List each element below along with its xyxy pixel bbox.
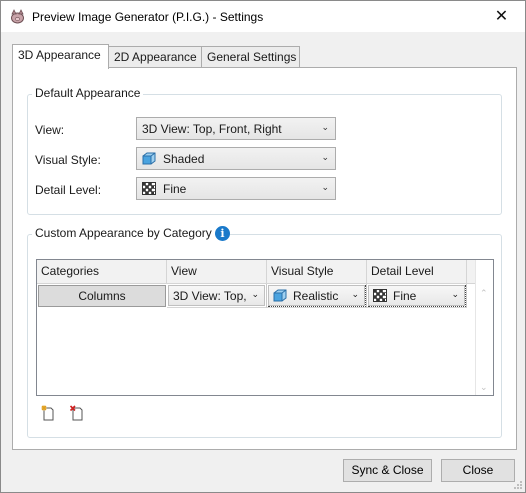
shaded-cube-icon — [142, 152, 156, 165]
window-close-icon[interactable]: ✕ — [494, 9, 509, 25]
title-bar: Preview Image Generator (P.I.G.) - Setti… — [1, 1, 525, 32]
chevron-down-icon: ⌄ — [321, 122, 329, 132]
detail-level-cell[interactable]: Fine ⌄ — [367, 284, 467, 308]
column-header-categories[interactable]: Categories — [37, 260, 167, 283]
fine-detail-icon — [142, 182, 156, 195]
pig-app-icon — [11, 9, 24, 24]
chevron-down-icon: ⌄ — [251, 289, 259, 299]
default-appearance-title: Default Appearance — [32, 86, 144, 100]
scroll-up-icon[interactable]: ⌃ — [480, 288, 488, 299]
row-view-value: 3D View: Top, — [173, 289, 247, 303]
custom-appearance-title: Custom Appearance by Category — [32, 226, 215, 240]
view-dropdown[interactable]: 3D View: Top, Front, Right ⌄ — [136, 117, 336, 140]
chevron-down-icon: ⌄ — [321, 182, 329, 192]
chevron-down-icon: ⌄ — [321, 152, 329, 162]
tab-panel-3d-appearance: Default Appearance View: 3D View: Top, F… — [12, 67, 517, 450]
column-header-visual-style[interactable]: Visual Style — [267, 260, 367, 283]
scroll-down-icon[interactable]: ⌄ — [480, 382, 488, 393]
visual-style-dropdown-value: Shaded — [163, 152, 205, 166]
settings-window: Preview Image Generator (P.I.G.) - Setti… — [0, 0, 526, 493]
sync-close-button[interactable]: Sync & Close — [343, 459, 432, 482]
table-row[interactable]: Columns 3D View: Top, ⌄ Realistic ⌄ Fine… — [37, 284, 475, 309]
detail-level-dropdown-value: Fine — [163, 182, 187, 196]
chevron-down-icon: ⌄ — [351, 289, 359, 299]
visual-style-dropdown[interactable]: Shaded ⌄ — [136, 147, 336, 170]
tab-3d-appearance[interactable]: 3D Appearance — [12, 44, 109, 69]
column-header-detail-level[interactable]: Detail Level — [367, 260, 467, 283]
grid-header: Categories View Visual Style Detail Leve… — [37, 260, 475, 284]
custom-appearance-group: Custom Appearance by Category i Categori… — [27, 226, 502, 438]
row-detail-level-value: Fine — [393, 289, 417, 303]
view-cell[interactable]: 3D View: Top, ⌄ — [167, 284, 267, 308]
view-label: View: — [35, 123, 65, 137]
grid-vertical-scrollbar[interactable]: ⌃ ⌄ — [475, 260, 493, 395]
realistic-cube-icon — [273, 289, 287, 302]
detail-level-dropdown[interactable]: Fine ⌄ — [136, 177, 336, 200]
fine-detail-icon — [373, 289, 387, 302]
add-row-icon[interactable] — [40, 405, 56, 421]
row-detail-level-dropdown[interactable]: Fine ⌄ — [368, 285, 465, 306]
category-grid: Categories View Visual Style Detail Leve… — [36, 259, 494, 396]
close-button[interactable]: Close — [441, 459, 515, 482]
row-view-dropdown[interactable]: 3D View: Top, ⌄ — [168, 285, 265, 306]
row-visual-style-value: Realistic — [293, 289, 339, 303]
delete-row-icon[interactable] — [69, 405, 85, 421]
tab-2d-appearance[interactable]: 2D Appearance — [108, 46, 202, 68]
visual-style-cell[interactable]: Realistic ⌄ — [267, 284, 367, 308]
info-icon[interactable]: i — [215, 226, 230, 241]
visual-style-label: Visual Style: — [35, 153, 101, 167]
category-cell-value: Columns — [38, 285, 166, 307]
row-visual-style-dropdown[interactable]: Realistic ⌄ — [268, 285, 365, 306]
column-header-view[interactable]: View — [167, 260, 267, 283]
tab-general-settings[interactable]: General Settings — [201, 46, 300, 68]
chevron-down-icon: ⌄ — [451, 289, 459, 299]
window-title: Preview Image Generator (P.I.G.) - Setti… — [32, 10, 264, 24]
detail-level-label: Detail Level: — [35, 183, 102, 197]
category-cell[interactable]: Columns — [37, 284, 167, 308]
default-appearance-group: Default Appearance View: 3D View: Top, F… — [27, 86, 502, 215]
view-dropdown-value: 3D View: Top, Front, Right — [142, 122, 282, 136]
resize-grip-icon[interactable] — [513, 480, 523, 490]
